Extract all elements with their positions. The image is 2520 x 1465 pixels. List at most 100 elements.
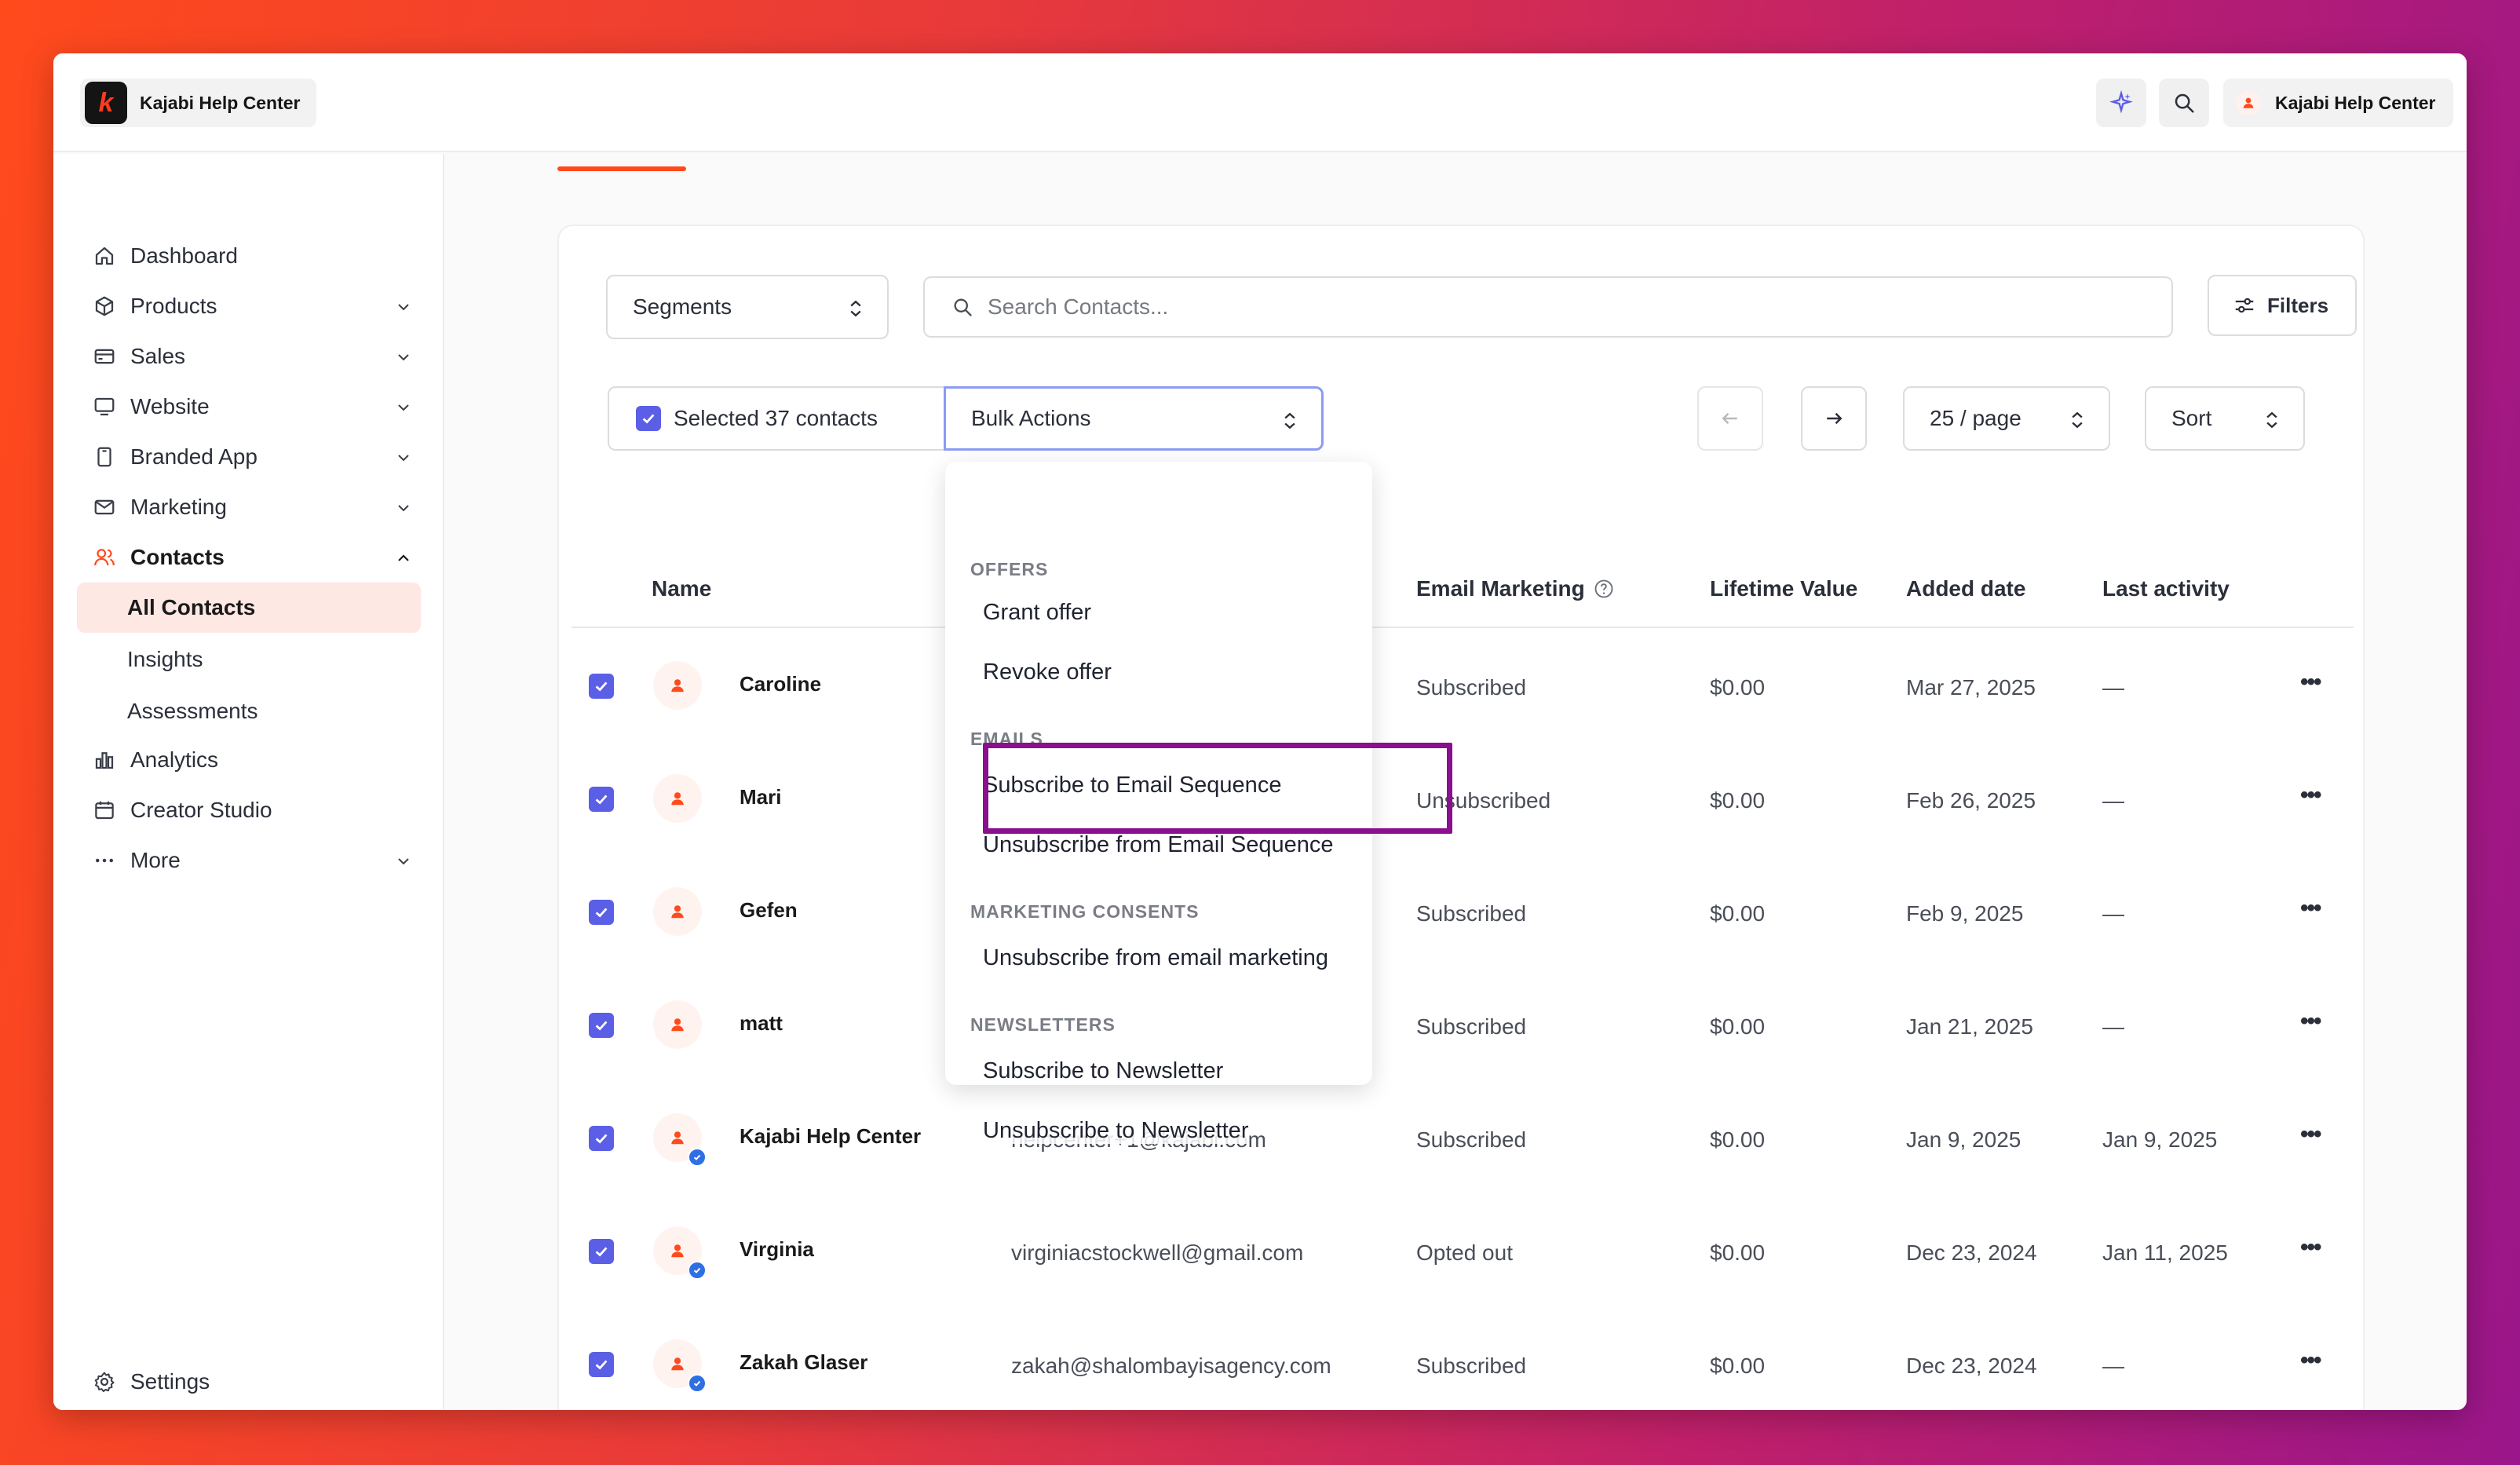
search-icon: [2175, 93, 2194, 113]
segments-label: Segments: [633, 294, 732, 319]
per-page-select[interactable]: 25 / page: [1903, 386, 2110, 451]
column-header-lifetime-value[interactable]: Lifetime Value: [1710, 576, 1857, 601]
row-checkbox[interactable]: [589, 1352, 614, 1377]
table-row[interactable]: Kajabi Help Center helpcenter+1@kajabi.c…: [53, 1101, 2467, 1179]
chevron-down-icon: [394, 347, 413, 372]
added-date: Feb 9, 2025: [1906, 901, 2024, 926]
contact-name[interactable]: Mari: [740, 785, 781, 809]
column-header-added-date[interactable]: Added date: [1906, 576, 2025, 601]
global-search-button[interactable]: [2159, 79, 2209, 127]
sidebar-item-label: Marketing: [130, 495, 227, 519]
table-row[interactable]: Zakah Glaser zakah@shalombayisagency.com…: [53, 1327, 2467, 1405]
email-marketing-status: Subscribed: [1416, 1014, 1527, 1039]
sidebar-item-contacts[interactable]: Contacts: [77, 534, 421, 581]
sidebar-item-website[interactable]: Website: [77, 383, 421, 430]
column-header-email-marketing[interactable]: Email Marketing: [1416, 576, 1615, 601]
select-all-control[interactable]: Selected 37 contacts: [608, 386, 945, 451]
row-checkbox[interactable]: [589, 1239, 614, 1264]
next-page-button[interactable]: [1801, 386, 1867, 451]
search-input[interactable]: Search Contacts...: [923, 276, 2173, 338]
table-row[interactable]: Virginia virginiacstockwell@gmail.com Op…: [53, 1214, 2467, 1292]
row-checkbox[interactable]: [589, 1126, 614, 1151]
email-marketing-status: Subscribed: [1416, 1354, 1527, 1378]
bulk-actions-label: Bulk Actions: [971, 406, 1091, 430]
last-activity: Jan 11, 2025: [2102, 1240, 2228, 1265]
lifetime-value: $0.00: [1710, 675, 1766, 700]
row-more-icon[interactable]: •••: [2300, 895, 2321, 922]
verified-check-icon: [688, 1374, 707, 1393]
row-more-icon[interactable]: •••: [2300, 1347, 2321, 1374]
check-icon: [595, 681, 608, 692]
menu-item-unsubscribe-newsletter[interactable]: Unsubscribe to Newsletter: [983, 1118, 1249, 1144]
filters-button[interactable]: Filters: [2208, 275, 2357, 336]
per-page-label: 25 / page: [1930, 406, 2021, 430]
sidebar-item-label: More: [130, 848, 181, 872]
ai-assistant-button[interactable]: [2096, 79, 2146, 127]
sidebar-item-products[interactable]: Products: [77, 283, 421, 330]
contact-name[interactable]: Zakah Glaser: [740, 1350, 867, 1375]
highlight-box: [983, 743, 1452, 834]
avatar: [2236, 90, 2261, 115]
sparkle-icon: [2109, 90, 2133, 114]
column-header-name[interactable]: Name: [652, 576, 711, 601]
column-header-last-activity[interactable]: Last activity: [2102, 576, 2230, 601]
contact-name[interactable]: Kajabi Help Center: [740, 1124, 921, 1149]
row-checkbox[interactable]: [589, 900, 614, 925]
menu-item-unsubscribe-email-marketing[interactable]: Unsubscribe from email marketing: [983, 945, 1328, 971]
prev-page-button[interactable]: [1697, 386, 1763, 451]
added-date: Feb 26, 2025: [1906, 788, 2036, 813]
contact-name[interactable]: Gefen: [740, 898, 798, 922]
avatar: [653, 1000, 702, 1049]
menu-item-unsubscribe-email-sequence[interactable]: Unsubscribe from Email Sequence: [983, 832, 1333, 858]
sidebar-item-branded-app[interactable]: Branded App: [77, 433, 421, 480]
last-activity: —: [2102, 901, 2124, 926]
menu-item-grant-offer[interactable]: Grant offer: [983, 600, 1091, 626]
avatar: [653, 887, 702, 936]
lifetime-value: $0.00: [1710, 1127, 1766, 1152]
column-header-label: Email Marketing: [1416, 576, 1585, 601]
lifetime-value: $0.00: [1710, 1240, 1766, 1265]
top-bar: k Kajabi Help Center Kajabi Help Center: [53, 53, 2467, 152]
last-activity: —: [2102, 675, 2124, 700]
sidebar-item-dashboard[interactable]: Dashboard: [77, 232, 421, 279]
menu-group-offers: OFFERS: [970, 559, 1049, 579]
check-icon: [595, 1360, 608, 1370]
sidebar-item-sales[interactable]: Sales: [77, 333, 421, 380]
contact-name[interactable]: Caroline: [740, 672, 821, 696]
user-icon: [671, 792, 684, 806]
sidebar-item-marketing[interactable]: Marketing: [77, 484, 421, 531]
sidebar-item-label: Products: [130, 294, 217, 318]
contact-name[interactable]: Virginia: [740, 1237, 814, 1262]
row-more-icon[interactable]: •••: [2300, 669, 2321, 696]
sidebar-subitem-all-contacts[interactable]: All Contacts: [77, 583, 421, 633]
bulk-actions-select[interactable]: Bulk Actions: [944, 386, 1324, 451]
menu-item-subscribe-newsletter[interactable]: Subscribe to Newsletter: [983, 1058, 1223, 1084]
row-checkbox[interactable]: [589, 1013, 614, 1038]
row-more-icon[interactable]: •••: [2300, 1121, 2321, 1148]
filters-label: Filters: [2267, 293, 2329, 317]
sidebar-item-label: Sales: [130, 344, 186, 368]
select-all-checkbox[interactable]: [636, 406, 661, 431]
chevron-updown-icon: [1279, 409, 1301, 438]
row-checkbox[interactable]: [589, 787, 614, 812]
check-icon: [595, 795, 608, 805]
row-more-icon[interactable]: •••: [2300, 1008, 2321, 1035]
row-more-icon[interactable]: •••: [2300, 1234, 2321, 1261]
user-menu-button[interactable]: Kajabi Help Center: [2223, 79, 2453, 127]
kajabi-logo-icon: k: [85, 82, 127, 124]
menu-item-revoke-offer[interactable]: Revoke offer: [983, 659, 1112, 685]
arrow-right-icon: [1827, 412, 1843, 425]
contact-name[interactable]: matt: [740, 1011, 783, 1036]
phone-icon: [91, 444, 118, 470]
brand-switcher[interactable]: k Kajabi Help Center: [80, 79, 316, 127]
check-icon: [595, 1134, 608, 1144]
check-icon: [595, 1247, 608, 1257]
last-activity: Jan 9, 2025: [2102, 1127, 2218, 1152]
row-more-icon[interactable]: •••: [2300, 782, 2321, 809]
row-checkbox[interactable]: [589, 674, 614, 699]
sort-select[interactable]: Sort: [2145, 386, 2305, 451]
segments-select[interactable]: Segments: [606, 275, 889, 339]
last-activity: —: [2102, 1354, 2124, 1378]
help-circle-icon[interactable]: [1593, 578, 1615, 600]
added-date: Dec 23, 2024: [1906, 1240, 2037, 1265]
